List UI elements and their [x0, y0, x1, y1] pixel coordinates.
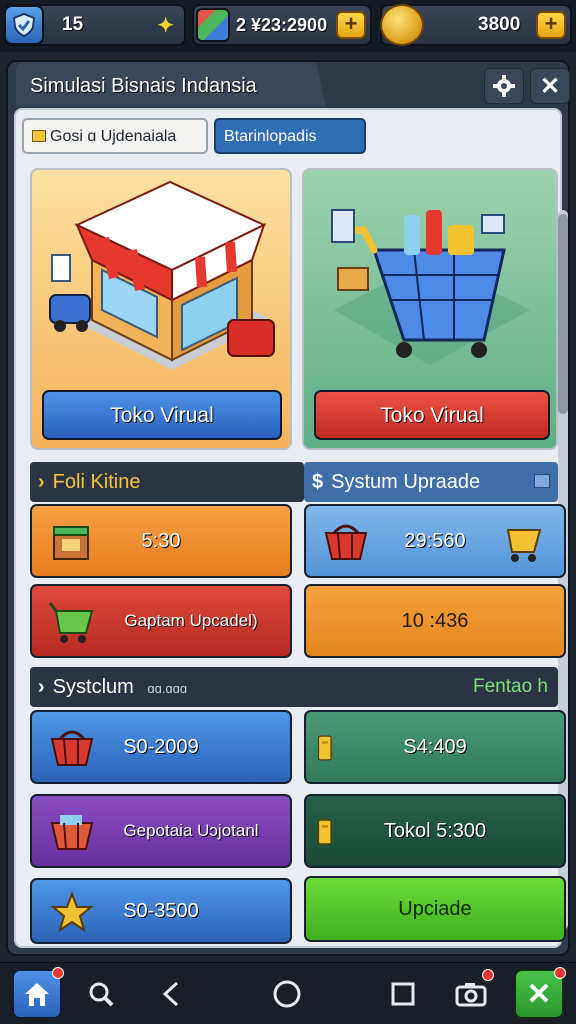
tab-upgrades-label: Gosi ɑ Ujdenaiala	[50, 128, 177, 145]
close-button[interactable]: ✕	[530, 68, 570, 104]
level-pill[interactable]: 15 ✦	[4, 4, 186, 46]
back-icon	[162, 981, 179, 1007]
section-lower-subtitle: ɑɑ.ɑɑɑ	[147, 681, 188, 696]
bottom-navigation: ✕	[0, 962, 576, 1024]
upgrade-button-label: Upciade	[398, 897, 472, 920]
store-card-shop[interactable]: Toko Virual	[30, 168, 292, 450]
home-circle-button[interactable]	[262, 969, 312, 1019]
storefront-icon	[49, 180, 275, 370]
store-card-cart[interactable]: Toko Virual	[302, 168, 558, 450]
close-icon: ✕	[526, 977, 552, 1011]
close-icon: ✕	[539, 72, 561, 100]
shop-store-button[interactable]: Toko Virual	[42, 390, 282, 440]
section-header-right: $ Systum Upraade	[304, 462, 558, 502]
tag-icon	[32, 130, 46, 142]
coin-icon	[380, 4, 424, 46]
notification-dot	[554, 967, 566, 979]
cart-icon	[506, 529, 542, 562]
tile-row1-left-value: 5:30	[141, 529, 181, 552]
settings-button[interactable]	[484, 68, 524, 104]
camera-button[interactable]	[446, 969, 496, 1019]
search-icon	[89, 982, 114, 1007]
chevron-right-icon: ›	[38, 676, 45, 698]
tile-row4-left-label: Gepotaia Uɔjotanl	[123, 821, 259, 840]
tile-row2-left[interactable]: Gaptam Upcadel)	[30, 584, 292, 658]
tile-row2-left-label: Gaptam Upcadel)	[124, 611, 258, 630]
shopping-cart-icon	[331, 209, 530, 365]
add-cash-button[interactable]: +	[336, 11, 366, 39]
section-lower-right: Fentao h	[473, 676, 548, 697]
cart-store-button[interactable]: Toko Virual	[314, 390, 550, 440]
square-icon	[391, 982, 415, 1006]
window-title: Simulasi Bisnais Indansia	[30, 75, 257, 97]
tab-stores-label: Btarinlopadis	[224, 128, 317, 145]
tile-row3-left-value: S0-2009	[123, 735, 199, 758]
tile-row3-right-value: S4:409	[403, 735, 467, 758]
coin-pill[interactable]: 3800 +	[380, 4, 572, 46]
section-lower-title: Systclum	[52, 676, 134, 698]
top-status-bar: 15 ✦ 2 ¥23:2900 + 3800 +	[0, 0, 576, 52]
dollar-icon: $	[312, 471, 324, 493]
section-header-left: › Foli Kitine	[30, 462, 304, 502]
tile-row3-left[interactable]: S0-2009	[30, 710, 292, 784]
content-panel: Gosi ɑ Ujdenaiala Btarinlopadis Toko Vir…	[14, 108, 568, 948]
camera-icon	[455, 983, 487, 1007]
home-button[interactable]	[12, 967, 64, 1019]
section-right-title: Systum Upraade	[331, 471, 481, 493]
tile-row2-right[interactable]: 10 :436	[304, 584, 566, 658]
exit-button[interactable]: ✕	[514, 967, 566, 1019]
add-coins-button[interactable]: +	[536, 11, 566, 39]
business-window: Simulasi Bisnais Indansia ✕ Gosi ɑ Ujden…	[6, 60, 570, 956]
tile-row2-right-value: 10 :436	[401, 609, 469, 632]
upgrade-button[interactable]: Upciade	[304, 876, 566, 942]
shield-icon	[4, 5, 44, 45]
tile-row4-left[interactable]: Gepotaia Uɔjotanl	[30, 794, 292, 868]
gear-icon	[493, 75, 515, 97]
cash-bundle-icon	[196, 8, 230, 42]
home-icon	[25, 983, 49, 1006]
tile-row3-right[interactable]: S4:409	[304, 710, 566, 784]
flag-icon	[534, 474, 550, 488]
cash-value: 2 ¥23:2900	[236, 14, 328, 35]
level-plus-icon[interactable]: ✦	[157, 13, 174, 38]
tile-row1-left[interactable]: 5:30	[30, 504, 292, 578]
window-title-tab: Simulasi Bisnais Indansia	[16, 62, 326, 106]
scroll-thumb[interactable]	[558, 214, 568, 414]
back-button[interactable]	[146, 969, 196, 1019]
chevron-right-icon: ›	[38, 471, 45, 493]
circle-home-icon	[273, 980, 301, 1008]
level-value: 15	[62, 14, 84, 35]
tile-row5-left-value: S0-3500	[123, 899, 199, 922]
recents-button[interactable]	[378, 969, 428, 1019]
tab-stores[interactable]: Btarinlopadis	[214, 118, 366, 154]
tile-row4-right[interactable]: Tokol 5:300	[304, 794, 566, 868]
tab-upgrades[interactable]: Gosi ɑ Ujdenaiala	[22, 118, 208, 154]
cash-pill[interactable]: 2 ¥23:2900 +	[192, 4, 372, 46]
tile-row5-left[interactable]: S0-3500	[30, 878, 292, 944]
notification-dot	[482, 969, 494, 981]
tile-row1-right[interactable]: 29:560	[304, 504, 566, 578]
coin-value: 3800	[478, 14, 521, 35]
notification-dot	[52, 967, 64, 979]
search-button[interactable]	[76, 969, 126, 1019]
section-header-lower: › Systclum ɑɑ.ɑɑɑ Fentao h	[30, 667, 558, 707]
section-left-title: Foli Kitine	[52, 471, 141, 493]
tile-row4-right-label: Tokol 5:300	[383, 819, 487, 842]
